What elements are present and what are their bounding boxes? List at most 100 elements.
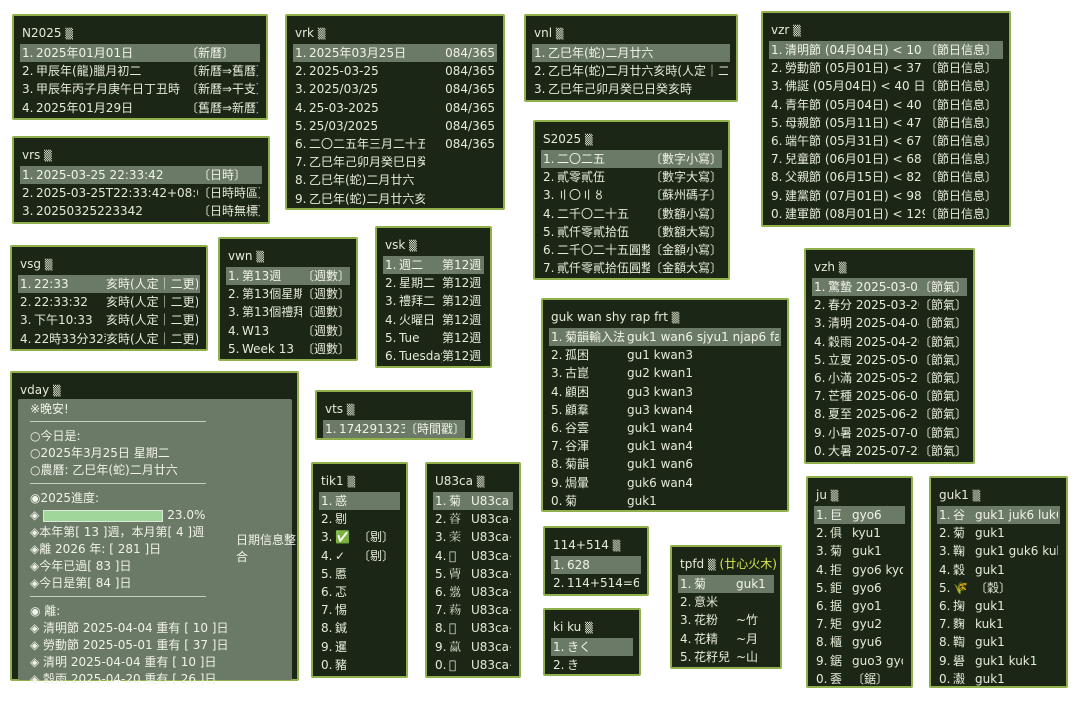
candidate-item-selected[interactable]: 1. 22:33 亥時(人定｜二更) (18, 275, 200, 294)
candidate-item-selected[interactable]: 1. 第13週 〔週數〕 (226, 267, 350, 286)
candidate-item[interactable]: 2. 剔 (319, 510, 400, 528)
candidate-item[interactable]: 3.鞠 guk1 guk6 kuk1 (937, 542, 1060, 560)
candidate-item[interactable]: 5. 花籽兒 ~山 (678, 648, 774, 666)
candidate-item[interactable]: 6. 掬 guk1 (937, 597, 1060, 615)
candidate-item[interactable]: 2. 菊 guk1 (937, 524, 1060, 542)
candidate-item[interactable]: 0. 瀫 guk1 (937, 670, 1060, 688)
candidate-item[interactable]: 6. 端午節 (05月31日) < 67 日〔節日信息〕 (769, 132, 1003, 150)
candidate-item-selected[interactable]: 1. 菊 U83ca (433, 492, 513, 511)
candidate-item-selected[interactable]: 1. 惑 (319, 492, 400, 511)
candidate-item[interactable]: 3. 花粉 ~竹 (678, 611, 774, 629)
candidate-item[interactable]: 9. 焗暈 guk6 wan4 (549, 474, 781, 492)
candidate-item-selected[interactable]: 1. 乙巳年(蛇)二月廿六 (532, 44, 730, 63)
candidate-item[interactable]: 3. 古崑 gu2 kwan1 (549, 364, 781, 382)
candidate-item[interactable]: 7. 谷渾 guk1 wan4 (549, 437, 781, 455)
candidate-item[interactable]: 2. 孤困 gu1 kwan3 (549, 346, 781, 364)
candidate-item[interactable]: 4. 火曜日 第12週 (383, 311, 484, 329)
candidate-item[interactable]: 5. Tue 第12週 (383, 329, 484, 347)
candidate-item[interactable]: 8. 鞫 guk1 (937, 633, 1060, 651)
candidate-item[interactable]: 2. 22:33:32 亥時(人定｜二更) (18, 293, 200, 311)
candidate-item[interactable]: 9. 礐 guk1 kuk1 (937, 652, 1060, 670)
candidate-item[interactable]: 5. 慝 (319, 565, 400, 583)
candidate-item[interactable]: 0. 菊 guk1 (549, 492, 781, 510)
candidate-item[interactable]: 6.二〇二五年三月二十五日 084/365 (293, 135, 497, 153)
candidate-item[interactable]: 0. 豬 (319, 656, 400, 674)
candidate-item[interactable]: 5. 25/03/2025 084/365 (293, 117, 497, 135)
candidate-item[interactable]: 7. 麴 kuk1 (937, 615, 1060, 633)
candidate-item-selected[interactable]: 1. 巨 gyo6 (814, 506, 905, 525)
candidate-item[interactable]: 3. 2025/03/25 084/365 (293, 80, 497, 98)
candidate-item[interactable]: 2. 乙巳年(蛇)二月廿六亥時(人定｜二更) (532, 62, 730, 80)
candidate-item[interactable]: 3. 下午10:33 亥時(人定｜二更) (18, 311, 200, 329)
candidate-item[interactable]: 9.乙巳年(蛇)二月廿六亥時(人定｜二更) (293, 190, 497, 208)
candidate-item[interactable]: 2.114+514=628 (551, 574, 641, 592)
candidate-item[interactable]: 8. 鍼 (319, 619, 400, 637)
candidate-item[interactable]: 9. 暹 (319, 638, 400, 656)
candidate-item[interactable]: 2. 第13個星期 〔週數〕 (226, 285, 350, 303)
candidate-item[interactable]: 0.建軍節 (08月01日) < 129 日〔節日信息〕 (769, 205, 1003, 223)
candidate-item[interactable]: 7.𦴙 U83ca~5 (433, 601, 513, 619)
candidate-item[interactable]: 4. ✓ 〔剔〕 (319, 547, 400, 565)
candidate-item[interactable]: 2. 勞動節 (05月01日) < 37 日〔節日信息〕 (769, 59, 1003, 77)
candidate-item[interactable]: 6. 据 gyo1 (814, 597, 905, 615)
candidate-item[interactable]: 4. 穀雨 2025-04-20 〔節氣〕 (812, 333, 967, 351)
candidate-item[interactable]: 5. 立夏 2025-05-05 〔節氣〕 (812, 351, 967, 369)
candidate-item[interactable]: 6. 忑 (319, 583, 400, 601)
candidate-item-selected[interactable]: 1.1742913230〔時間戳〕 (323, 420, 465, 439)
candidate-item[interactable]: 7. 矩 gyu2 (814, 615, 905, 633)
candidate-item[interactable]: 6. 小滿 2025-05-21 〔節氣〕 (812, 369, 967, 387)
candidate-item[interactable]: 8. 菊韻 guk1 wan6 (549, 455, 781, 473)
candidate-item[interactable]: 2. 意米 (678, 593, 774, 611)
candidate-item-selected[interactable]: 1. 驚蟄 2025-03-05 〔節氣〕 (812, 278, 967, 297)
candidate-item[interactable]: 2.甲辰年(龍)臘月初二 〔新曆⇒舊曆〕 (20, 62, 260, 80)
candidate-item-selected[interactable]: 1.菊韻輸入法guk1 wan6 sjyu1 njap6 faat3 (549, 328, 781, 347)
candidate-item[interactable]: 4. 顧困 gu3 kwan3 (549, 383, 781, 401)
candidate-item[interactable]: 7.乙巳年己卯月癸巳日癸亥時 (293, 153, 497, 171)
candidate-item[interactable]: 2. き (551, 656, 633, 674)
candidate-item[interactable]: 5. 顧羣 gu3 kwan4 (549, 401, 781, 419)
candidate-item[interactable]: 4. 花精 ~月 (678, 630, 774, 648)
candidate-item[interactable]: 6.𦴘 U83ca~4 (433, 583, 513, 601)
candidate-item-selected[interactable]: 1. 谷 guk1 juk6 luk6 (937, 506, 1060, 525)
candidate-item[interactable]: 8.𦴚 U83ca~6 (433, 619, 513, 637)
candidate-item[interactable]: 0.𦴜 U83ca~8 (433, 656, 513, 674)
candidate-item[interactable]: 9.𦴛 U83ca~7 (433, 638, 513, 656)
candidate-item[interactable]: 2. 星期二 第12週 (383, 274, 484, 292)
candidate-item[interactable]: 9.鋸 guo3 gyo3 (814, 652, 905, 670)
candidate-item[interactable]: 9. 建黨節 (07月01日) < 98 日〔節日信息〕 (769, 187, 1003, 205)
candidate-item[interactable]: 8. 夏至 2025-06-21 〔節氣〕 (812, 405, 967, 423)
candidate-item-selected[interactable]: 1. 2025年03月25日 084/365 (293, 44, 497, 63)
candidate-item[interactable]: 7. 貳仟零貳拾伍圓整 〔金額大寫〕 (541, 259, 722, 277)
candidate-item[interactable]: 6. 二千〇二十五圓整 〔金額小寫〕 (541, 241, 722, 259)
candidate-item[interactable]: 4. 25-03-2025 084/365 (293, 99, 497, 117)
candidate-item[interactable]: 2. 春分 2025-03-20 〔節氣〕 (812, 296, 967, 314)
candidate-item[interactable]: 3. 第13個禮拜 〔週數〕 (226, 303, 350, 321)
candidate-item[interactable]: 2. 貳零貳伍 〔數字大寫〕 (541, 168, 722, 186)
candidate-item-selected[interactable]: 1. 2025-03-25 22:33:42 〔日時〕 (20, 166, 262, 185)
candidate-item[interactable]: 4.𦴖 U83ca~2 (433, 547, 513, 565)
candidate-item[interactable]: 3.甲辰年丙子月庚午日丁丑時〔新曆⇒干支〕 (20, 80, 260, 98)
candidate-item[interactable]: 3.20250325223342 〔日時無標〕 (20, 202, 262, 220)
candidate-item[interactable]: 2.𦴔 U83ca~0 (433, 510, 513, 528)
candidate-item-selected[interactable]: 1. 菊 guk1 (678, 575, 774, 594)
candidate-item[interactable]: 3. 清明 2025-04-04 〔節氣〕 (812, 314, 967, 332)
candidate-item[interactable]: 6.Tuesday第12週 (383, 347, 484, 365)
candidate-item[interactable]: 0. 𠀾 〔鋸〕 (814, 670, 905, 688)
candidate-item[interactable]: 9. 小暑 2025-07-07 〔節氣〕 (812, 424, 967, 442)
candidate-item[interactable]: 7. 兒童節 (06月01日) < 68 日〔節日信息〕 (769, 150, 1003, 168)
candidate-item[interactable]: 4. 青年節 (05月04日) < 40 日〔節日信息〕 (769, 96, 1003, 114)
candidate-item[interactable]: 5. 貳仟零貳拾伍 〔數額大寫〕 (541, 223, 722, 241)
candidate-item-selected[interactable]: 1. 628 (551, 556, 641, 575)
candidate-item[interactable]: 3. 禮拜二 第12週 (383, 292, 484, 310)
candidate-item[interactable]: 2. 2025-03-25 084/365 (293, 62, 497, 80)
candidate-item[interactable]: 3.𦴕 U83ca~1 (433, 528, 513, 546)
candidate-item[interactable]: 7. 惕 (319, 601, 400, 619)
candidate-item[interactable]: 4. 穀 guk1 (937, 561, 1060, 579)
candidate-item[interactable]: 4. W13 〔週數〕 (226, 322, 350, 340)
candidate-item[interactable]: 4.2025年01月29日 〔舊曆⇒新曆〕 (20, 99, 260, 117)
candidate-item[interactable]: 3. 菊 guk1 (814, 542, 905, 560)
candidate-item[interactable]: 4.拒 gyo6 kyo5 (814, 561, 905, 579)
candidate-item[interactable]: 7. 芒種 2025-06-05 〔節氣〕 (812, 387, 967, 405)
candidate-item[interactable]: 4.22時33分32秒亥時(人定｜二更) (18, 330, 200, 348)
candidate-item[interactable]: 5. 🌾 〔穀〕 (937, 579, 1060, 597)
